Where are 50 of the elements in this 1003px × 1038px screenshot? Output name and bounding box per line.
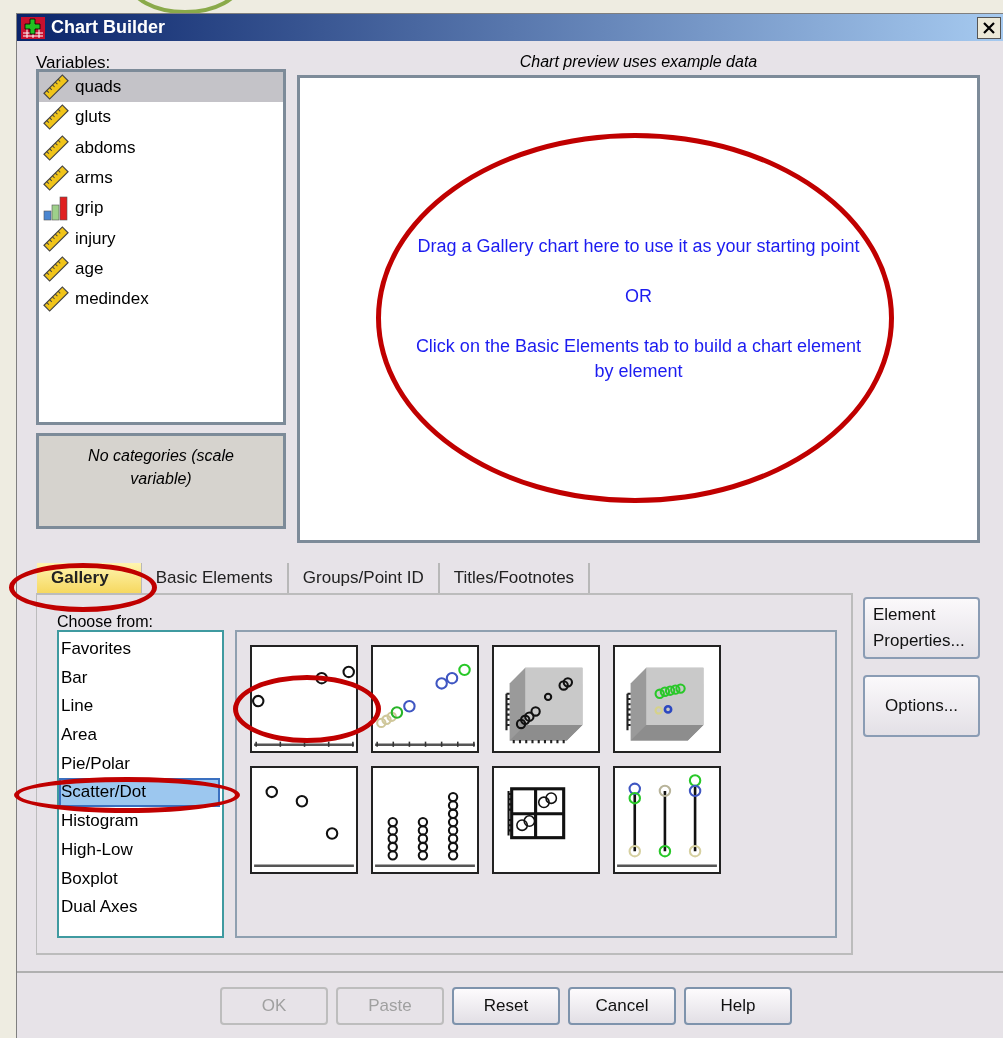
dialog-button[interactable]: Reset bbox=[452, 987, 560, 1025]
chart-type-thumbnail[interactable] bbox=[492, 645, 600, 753]
options-button[interactable]: Options... bbox=[863, 675, 980, 737]
variable-item[interactable]: quads bbox=[39, 72, 283, 103]
chart-type-item[interactable]: High-Low bbox=[59, 835, 220, 865]
preview-hint: Drag a Gallery chart here to use it as your starting point bbox=[417, 235, 860, 258]
chart-type-item[interactable]: Histogram bbox=[59, 807, 220, 836]
variable-item[interactable]: injury bbox=[39, 223, 283, 254]
variable-name: injury bbox=[75, 228, 116, 249]
app-icon bbox=[21, 16, 45, 39]
variable-item[interactable]: abdoms bbox=[39, 132, 283, 163]
dialog-button[interactable]: Help bbox=[684, 987, 792, 1025]
dialog-button[interactable]: Cancel bbox=[568, 987, 676, 1025]
chart-type-item[interactable]: Dual Axes bbox=[59, 893, 220, 922]
window-title: Chart Builder bbox=[51, 17, 166, 38]
choose-from-label: Choose from: bbox=[57, 613, 155, 630]
variable-name: age bbox=[75, 258, 104, 279]
chart-type-item[interactable]: Bar bbox=[59, 663, 220, 693]
chart-type-item[interactable]: Area bbox=[59, 721, 220, 750]
variable-name: quads bbox=[75, 77, 122, 98]
chart-type-thumbnail[interactable] bbox=[250, 645, 358, 753]
bar-chart-icon bbox=[43, 195, 69, 222]
chart-type-thumbnail[interactable] bbox=[371, 766, 479, 874]
categories-note: No categories (scale variable) bbox=[36, 433, 286, 529]
variable-name: grip bbox=[75, 198, 104, 219]
chart-type-item[interactable]: Favorites bbox=[59, 635, 220, 664]
preview-caption: Chart preview uses example data bbox=[518, 53, 759, 72]
chart-type-item[interactable]: Line bbox=[59, 692, 220, 722]
variable-name: arms bbox=[75, 168, 113, 189]
variable-item[interactable]: gluts bbox=[39, 102, 283, 133]
variable-item[interactable]: arms bbox=[39, 162, 283, 194]
variable-item[interactable]: age bbox=[39, 253, 283, 285]
variables-label: Variables: bbox=[36, 53, 112, 74]
variable-name: medindex bbox=[75, 289, 149, 310]
variable-item[interactable]: medindex bbox=[39, 284, 283, 315]
element-properties-button[interactable]: Element Properties... bbox=[863, 597, 980, 659]
variable-name: abdoms bbox=[75, 137, 136, 158]
variable-name: gluts bbox=[75, 107, 111, 128]
chart-type-thumbnail[interactable] bbox=[492, 766, 600, 874]
close-icon bbox=[983, 21, 995, 34]
preview-hint: Click on the Basic Elements tab to build a chart element by element bbox=[414, 335, 863, 383]
chart-type-item[interactable]: Pie/Polar bbox=[59, 749, 220, 779]
chart-type-item[interactable]: Boxplot bbox=[59, 864, 220, 894]
chart-type-thumbnail[interactable] bbox=[371, 645, 479, 753]
chart-type-thumbnail[interactable] bbox=[250, 766, 358, 874]
close-button[interactable] bbox=[977, 16, 1001, 39]
chart-type-thumbnail[interactable] bbox=[613, 645, 721, 753]
preview-hint: OR bbox=[625, 285, 652, 308]
chart-type-thumbnail[interactable] bbox=[613, 766, 721, 874]
variable-item[interactable]: grip bbox=[39, 193, 283, 224]
